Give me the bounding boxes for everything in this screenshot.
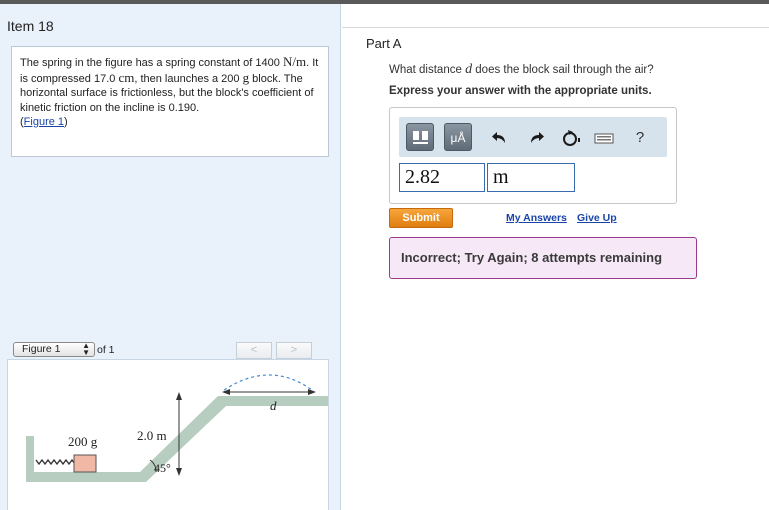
unit-n-per-m: N/m <box>282 54 307 69</box>
templates-icon[interactable] <box>406 123 434 151</box>
height-arrow-head-bottom <box>176 468 182 476</box>
question-text: What distance d does the block sail thro… <box>389 62 654 78</box>
height-label: 2.0 m <box>137 428 167 443</box>
answer-pane: Part A What distance d does the block sa… <box>342 4 769 510</box>
help-icon[interactable]: ? <box>629 127 651 149</box>
figure-link[interactable]: Figure 1 <box>24 116 64 128</box>
keyboard-icon[interactable] <box>593 127 615 149</box>
answer-unit-input[interactable]: m <box>487 163 575 192</box>
distance-arrow-head-right <box>308 389 316 395</box>
figure-navigation: Figure 1 ▲ ▼ of 1 < > <box>11 340 329 360</box>
reset-icon[interactable] <box>559 127 581 149</box>
next-figure-button[interactable]: > <box>276 342 312 359</box>
prev-figure-button[interactable]: < <box>236 342 272 359</box>
question-text-b: does the block sail through the air? <box>475 64 654 76</box>
answer-box: μÅ ? 2.82 m <box>389 107 677 204</box>
distance-label: d <box>270 398 277 413</box>
part-title: Part A <box>366 36 402 51</box>
templates-glyph <box>413 131 428 144</box>
question-variable: d <box>465 62 473 77</box>
reset-glyph <box>563 130 580 146</box>
feedback-message: Incorrect; Try Again; 8 attempts remaini… <box>389 237 697 279</box>
distance-arrow-head-left <box>222 389 230 395</box>
trajectory-path <box>223 374 313 391</box>
answer-value-input[interactable]: 2.82 <box>399 163 485 192</box>
figure-select-label: Figure 1 <box>22 343 61 355</box>
problem-pane: Item 18 The spring in the figure has a s… <box>0 4 341 510</box>
height-arrow-head-top <box>176 392 182 400</box>
give-up-link[interactable]: Give Up <box>577 212 617 224</box>
figure-count: of 1 <box>97 344 115 356</box>
angle-label: 45° <box>154 461 171 475</box>
redo-icon[interactable] <box>525 127 547 149</box>
select-arrows-icon: ▲ ▼ <box>82 341 90 357</box>
keyboard-glyph <box>594 133 614 144</box>
block-shape <box>73 454 97 473</box>
redo-glyph <box>531 132 544 143</box>
undo-icon[interactable] <box>489 127 511 149</box>
submit-button[interactable]: Submit <box>389 208 453 228</box>
answer-instruction: Express your answer with the appropriate… <box>389 85 652 97</box>
unit-cm: cm <box>118 69 135 85</box>
figure-panel: 200 g 2.0 m 45° d <box>7 359 330 510</box>
my-answers-link[interactable]: My Answers <box>506 212 567 224</box>
problem-statement: The spring in the figure has a spring co… <box>11 46 329 157</box>
problem-text-1: The spring in the figure has a spring co… <box>20 57 280 69</box>
figure-select[interactable]: Figure 1 ▲ ▼ <box>13 342 95 357</box>
item-title: Item 18 <box>7 18 54 34</box>
undo-glyph <box>492 132 505 143</box>
part-divider <box>342 27 769 28</box>
unit-g: g <box>242 69 250 85</box>
mass-label: 200 g <box>68 434 98 449</box>
problem-text-3: , then launches a 200 <box>134 72 240 85</box>
units-icon[interactable]: μÅ <box>444 123 472 151</box>
spring-shape <box>35 458 79 466</box>
incline-figure: 200 g 2.0 m 45° d <box>26 374 330 482</box>
math-toolbar: μÅ ? <box>399 117 667 157</box>
question-text-a: What distance <box>389 64 462 76</box>
